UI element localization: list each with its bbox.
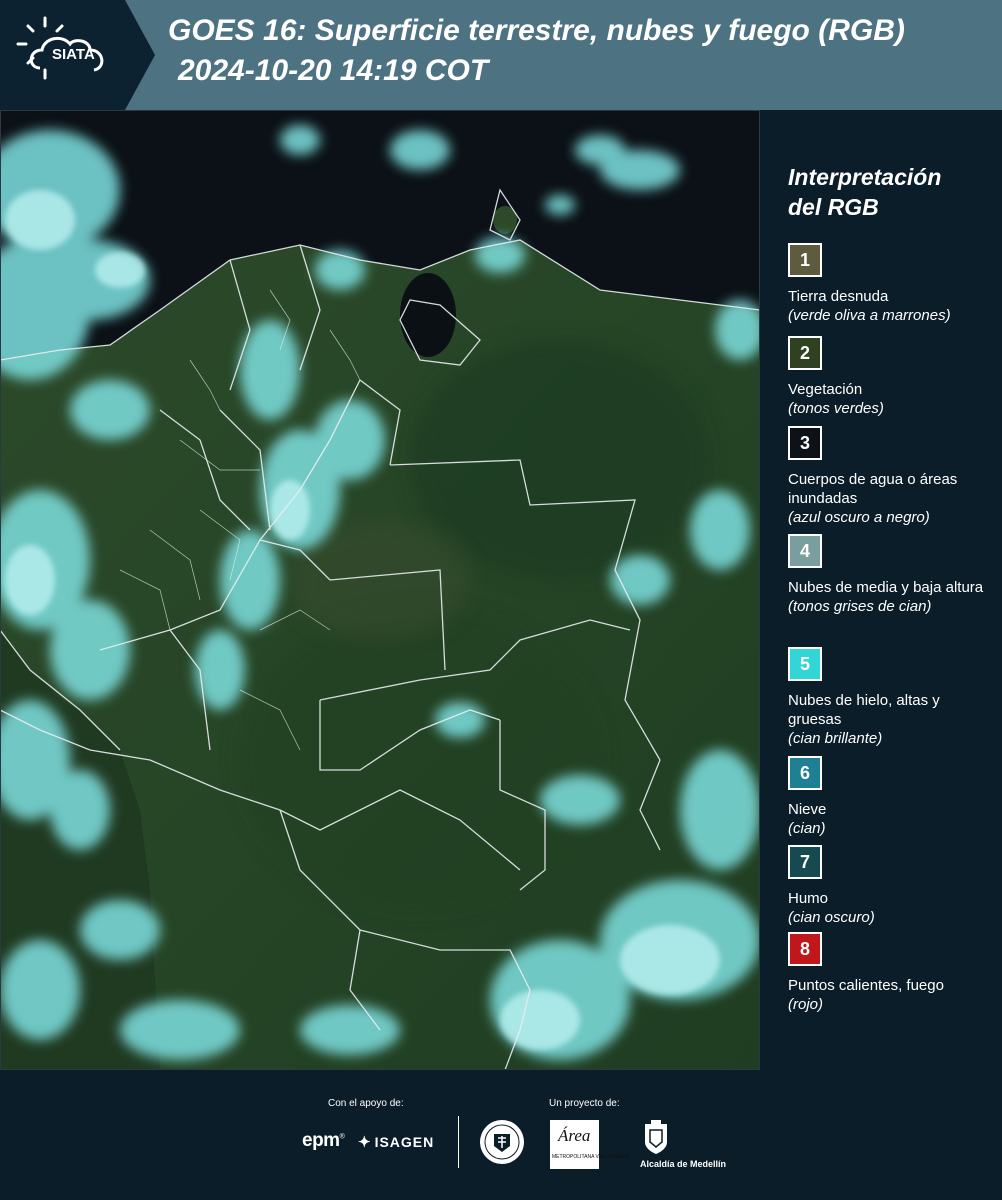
project-label: Un proyecto de:	[549, 1098, 620, 1109]
legend-title-line2: del RGB	[788, 194, 879, 220]
legend-label: Puntos calientes, fuego	[788, 977, 944, 994]
satellite-image	[0, 110, 760, 1070]
legend-label: Humo	[788, 890, 829, 907]
legend-item: 4 Nubes de media y baja altura (tonos gris…	[788, 534, 993, 616]
legend-item: 1 Tierra desnuda (verde oliva a marrones)	[788, 243, 993, 325]
legend-label: Nieve	[788, 801, 827, 818]
legend-swatch: 4	[788, 534, 822, 568]
legend-label: Nubes de hielo, altas y gruesas	[788, 692, 940, 728]
legend-label: Vegetación	[788, 381, 863, 398]
isagen-mark-icon: ✦	[358, 1134, 372, 1151]
timestamp: 2024-10-20 14:19 COT	[178, 54, 489, 87]
footer-divider	[458, 1116, 459, 1168]
legend-label: Tierra desnuda	[788, 288, 889, 305]
legend-swatch: 1	[788, 243, 822, 277]
legend-sublabel: (azul oscuro a negro)	[788, 509, 930, 526]
university-seal-icon	[480, 1120, 524, 1164]
epm-logo-text: epm	[302, 1130, 340, 1151]
legend-item: 2 Vegetación (tonos verdes)	[788, 336, 993, 418]
legend-label: Nubes de media y baja altura	[788, 579, 984, 596]
legend-swatch: 3	[788, 426, 822, 460]
legend-panel: Interpretación del RGB 1 Tierra desnuda (v…	[760, 110, 1002, 1070]
footer: Con el apoyo de: Un proyecto de: epm® ✦ I…	[0, 1070, 1002, 1200]
legend-item: 5 Nubes de hielo, altas y gruesas (cian br…	[788, 647, 993, 748]
area-metropolitana-logo: Área METROPOLITANA Valle de Aburrá	[550, 1120, 629, 1169]
logo-text: SIATA	[52, 46, 95, 63]
legend-swatch: 8	[788, 932, 822, 966]
alcaldia-medellin-label: Alcaldía de Medellín	[640, 1159, 727, 1169]
legend-sublabel: (tonos verdes)	[788, 400, 884, 417]
legend-sublabel: (rojo)	[788, 996, 824, 1013]
legend-sublabel: (cian brillante)	[788, 730, 883, 747]
lake-maracaibo	[400, 273, 456, 357]
legend-label: Cuerpos de agua o áreas inundadas	[788, 471, 958, 507]
support-label: Con el apoyo de:	[328, 1098, 404, 1109]
page-title: GOES 16: Superficie terrestre, nubes y f…	[168, 14, 905, 47]
legend-swatch: 5	[788, 647, 822, 681]
legend-sublabel: (verde oliva a marrones)	[788, 307, 951, 324]
legend-title: Interpretación del RGB	[788, 162, 988, 222]
legend-item: 7 Humo (cian oscuro)	[788, 845, 993, 927]
legend-item: 3 Cuerpos de agua o áreas inundadas (azul …	[788, 426, 993, 527]
epm-logo: epm®	[302, 1130, 345, 1151]
legend-swatch: 6	[788, 756, 822, 790]
isagen-logo: ✦ ISAGEN	[358, 1133, 434, 1151]
legend-item: 6 Nieve (cian)	[788, 756, 993, 838]
isagen-logo-text: ISAGEN	[374, 1134, 435, 1150]
legend-swatch: 7	[788, 845, 822, 879]
siata-logo: SIATA	[0, 0, 155, 110]
area-logo-word: Área	[558, 1126, 591, 1145]
area-logo-sub: METROPOLITANA Valle de Aburrá	[552, 1154, 630, 1160]
legend-title-line1: Interpretación	[788, 164, 942, 190]
legend-item: 8 Puntos calientes, fuego (rojo)	[788, 932, 993, 1014]
legend-sublabel: (cian)	[788, 820, 826, 837]
legend-swatch: 2	[788, 336, 822, 370]
medellin-crest-icon	[645, 1120, 667, 1154]
legend-sublabel: (cian oscuro)	[788, 909, 875, 926]
header-bar: SIATA GOES 16: Superficie terrestre, nub…	[0, 0, 1002, 110]
legend-sublabel: (tonos grises de cian)	[788, 598, 932, 615]
